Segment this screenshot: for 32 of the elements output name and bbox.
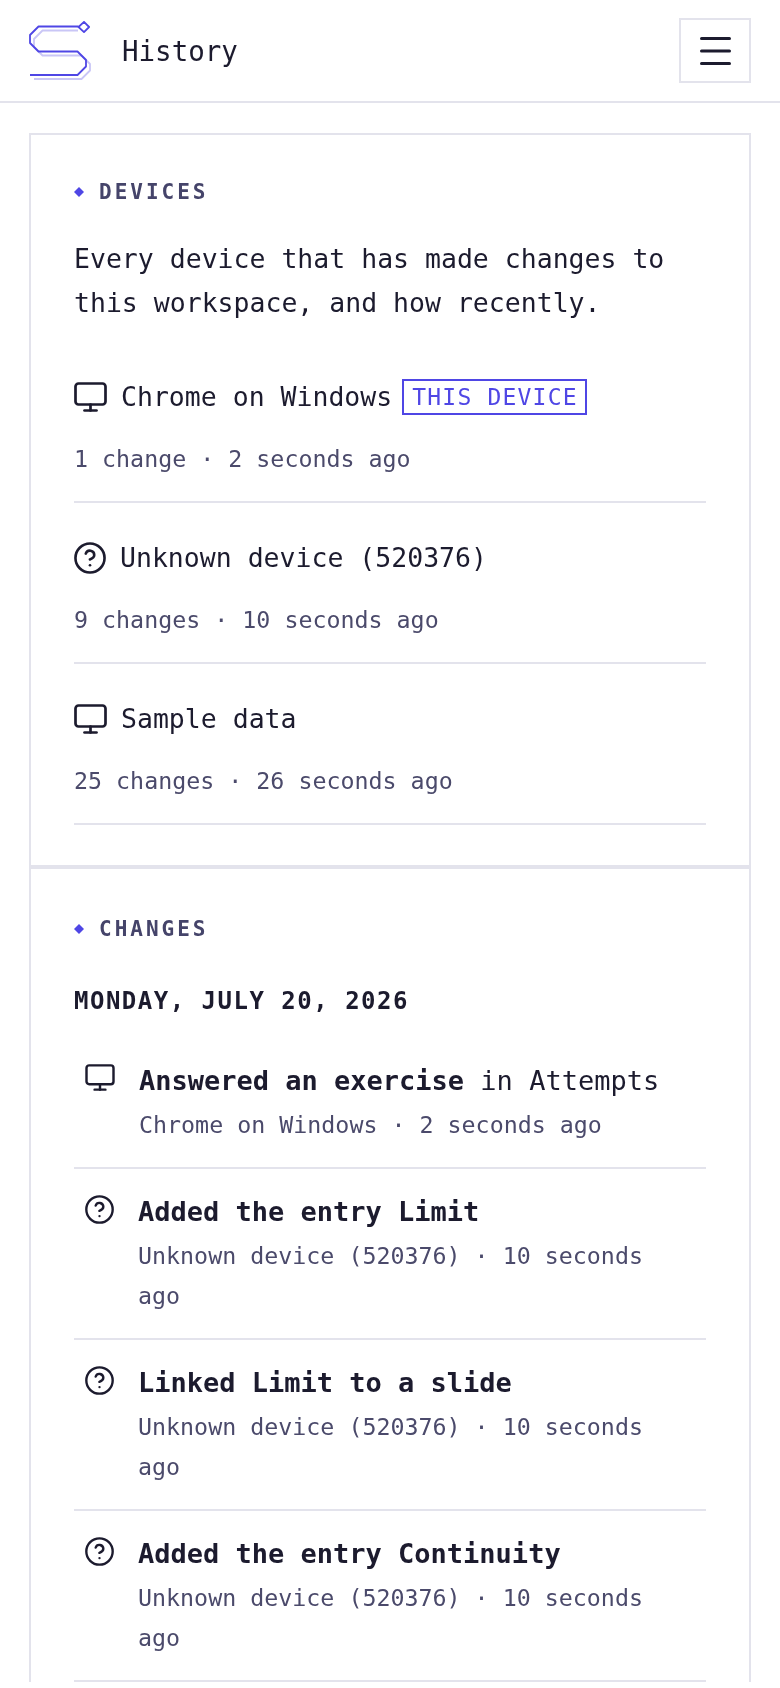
question-mark-icon <box>85 1195 114 1224</box>
page-title: History <box>122 33 239 69</box>
change-title: Added the entry Limit <box>138 1195 481 1229</box>
change-details: Unknown device (520376) · 10 seconds ago <box>138 1412 644 1482</box>
diamond-icon <box>74 187 84 197</box>
device-activity: 1 change · 2 seconds ago <box>74 444 412 474</box>
menu-button[interactable] <box>679 18 751 83</box>
section-label: DEVICES <box>99 179 209 206</box>
diamond-icon <box>74 924 84 934</box>
monitor-icon <box>74 704 107 734</box>
question-mark-icon <box>85 1537 114 1566</box>
change-details: Unknown device (520376) · 10 seconds ago <box>138 1583 644 1653</box>
device-name: Chrome on Windows <box>121 380 393 414</box>
question-mark-icon <box>85 1366 114 1395</box>
logo-icon <box>29 20 92 81</box>
change-title: Linked Limit to a slide <box>138 1366 513 1400</box>
device-badge: THIS DEVICE <box>402 379 587 415</box>
date-heading: MONDAY, JULY 20, 2026 <box>74 986 410 1017</box>
section-description: Every device that has made changes to this workspace, and how recently. <box>74 242 666 320</box>
menu-icon <box>699 36 731 65</box>
change-details: Chrome on Windows · 2 seconds ago <box>139 1110 603 1140</box>
change-title: Answered an exercise in Attempts <box>139 1064 660 1098</box>
change-details: Unknown device (520376) · 10 seconds ago <box>138 1241 644 1311</box>
section-label: CHANGES <box>99 916 209 943</box>
device-name: Unknown device (520376) <box>120 541 487 575</box>
question-mark-icon <box>74 542 106 574</box>
change-title: Added the entry Continuity <box>138 1537 562 1571</box>
device-activity: 9 changes · 10 seconds ago <box>74 605 440 635</box>
device-activity: 25 changes · 26 seconds ago <box>74 766 454 796</box>
device-name: Sample data <box>121 702 297 736</box>
monitor-icon <box>74 382 107 412</box>
monitor-icon <box>85 1064 115 1091</box>
